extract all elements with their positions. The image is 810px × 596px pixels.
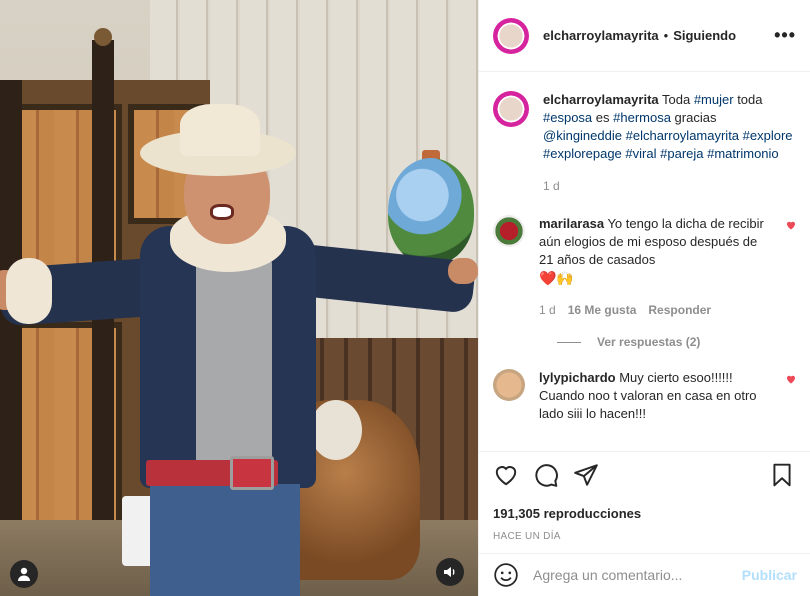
hashtag-link[interactable]: #elcharroylamayrita bbox=[626, 128, 739, 143]
like-comment-heart-icon[interactable] bbox=[785, 219, 797, 234]
comment-likes[interactable]: 16 Me gusta bbox=[568, 301, 637, 319]
caption: elcharroylamayrita Toda #mujer toda #esp… bbox=[493, 91, 797, 195]
comment-username[interactable]: marilarasa bbox=[539, 216, 604, 231]
hashtag-link[interactable]: #hermosa bbox=[613, 110, 671, 125]
hashtag-link[interactable]: #esposa bbox=[543, 110, 592, 125]
user-tag-icon[interactable] bbox=[10, 560, 38, 588]
more-options-icon[interactable]: ••• bbox=[774, 25, 796, 46]
hashtag-link[interactable]: #explorepage bbox=[543, 146, 622, 161]
post-timestamp[interactable]: HACE UN DÍA bbox=[493, 531, 797, 542]
comment-input[interactable]: Agrega un comentario... bbox=[533, 567, 742, 583]
comment-username[interactable]: lylypichardo bbox=[539, 370, 616, 385]
smiley-icon[interactable] bbox=[493, 562, 519, 588]
post-header: elcharroylamayrita • Siguiendo ••• bbox=[479, 0, 810, 72]
replies-divider bbox=[557, 341, 581, 343]
hashtag-link[interactable]: #viral bbox=[625, 146, 656, 161]
caption-username[interactable]: elcharroylamayrita bbox=[543, 92, 659, 107]
avatar[interactable] bbox=[493, 369, 525, 401]
add-comment-bar: Agrega un comentario... Publicar bbox=[479, 553, 810, 596]
view-replies-button[interactable]: Ver respuestas (2) bbox=[557, 335, 797, 349]
following-button[interactable]: Siguiendo bbox=[673, 28, 736, 43]
username-link[interactable]: elcharroylamayrita bbox=[543, 28, 659, 43]
bookmark-icon[interactable] bbox=[769, 462, 797, 490]
heart-icon[interactable] bbox=[493, 462, 521, 490]
post-video[interactable] bbox=[0, 0, 478, 596]
reply-button[interactable]: Responder bbox=[648, 301, 711, 319]
hashtag-link[interactable]: #mujer bbox=[694, 92, 734, 107]
publish-button[interactable]: Publicar bbox=[742, 567, 797, 583]
hashtag-link[interactable]: #matrimonio bbox=[707, 146, 779, 161]
action-bar: 191,305 reproducciones HACE UN DÍA bbox=[479, 451, 810, 553]
comment-item: marilarasa Yo tengo la dicha de recibir … bbox=[493, 215, 797, 319]
like-comment-heart-icon[interactable] bbox=[785, 373, 797, 388]
comment-age[interactable]: 1 d bbox=[539, 301, 556, 319]
painted-vase bbox=[388, 158, 474, 264]
views-count[interactable]: 191,305 reproducciones bbox=[493, 506, 797, 521]
comment-item: lylypichardo Muy cierto esoo!!!!!! Cuand… bbox=[493, 369, 797, 423]
mention-link[interactable]: @kingineddie bbox=[543, 128, 622, 143]
avatar[interactable] bbox=[493, 91, 529, 127]
hashtag-link[interactable]: #explore bbox=[743, 128, 793, 143]
comment-emojis: ❤️🙌 bbox=[539, 270, 574, 286]
comments-list[interactable]: elcharroylamayrita Toda #mujer toda #esp… bbox=[479, 73, 810, 451]
hashtag-link[interactable]: #pareja bbox=[660, 146, 703, 161]
avatar[interactable] bbox=[493, 215, 525, 247]
avatar[interactable] bbox=[493, 17, 529, 54]
post-panel: elcharroylamayrita • Siguiendo ••• elcha… bbox=[478, 0, 810, 596]
speaker-icon[interactable] bbox=[436, 558, 464, 586]
paper-plane-icon[interactable] bbox=[573, 462, 601, 490]
caption-age[interactable]: 1 d bbox=[543, 177, 560, 195]
separator-dot: • bbox=[663, 28, 669, 43]
comment-icon[interactable] bbox=[533, 462, 561, 490]
